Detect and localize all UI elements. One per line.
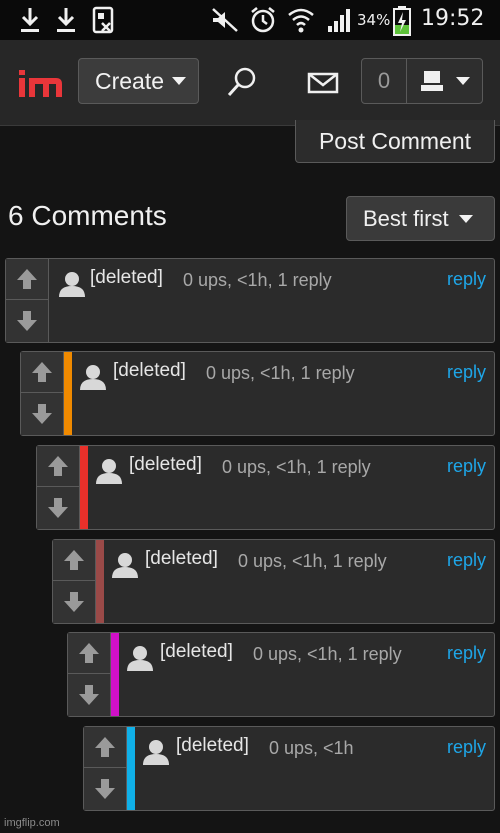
comment-meta: 0 ups, <1h — [269, 738, 354, 758]
comment: [deleted] 0 ups, <1h, 1 reply reply — [5, 258, 495, 343]
user-icon — [127, 646, 153, 671]
reply-link[interactable]: reply — [447, 456, 486, 477]
post-comment-button[interactable]: Post Comment — [295, 120, 495, 163]
chevron-down-icon — [458, 214, 473, 223]
comment-meta: 0 ups, <1h, 1 reply — [206, 363, 355, 383]
sort-dropdown[interactable]: Best first — [346, 196, 495, 241]
downvote-button[interactable] — [53, 581, 95, 622]
mute-icon — [212, 8, 238, 32]
arrow-down-icon — [64, 591, 84, 612]
create-label: Create — [95, 67, 165, 94]
comment: [deleted] 0 ups, <1h reply — [83, 726, 495, 811]
status-bar: 34% 19:52 — [0, 0, 500, 40]
signal-icon — [328, 9, 350, 32]
downvote-button[interactable] — [84, 768, 126, 809]
comment-author[interactable]: [deleted] — [90, 267, 163, 289]
sort-label: Best first — [363, 205, 449, 231]
comment-meta: 0 ups, <1h, 1 reply — [238, 551, 387, 571]
arrow-up-icon — [95, 737, 115, 757]
arrow-up-icon — [64, 550, 84, 570]
upvote-button[interactable] — [84, 727, 126, 768]
mail-icon[interactable] — [307, 72, 339, 94]
arrow-up-icon — [48, 456, 68, 476]
comment-meta: 0 ups, <1h, 1 reply — [222, 457, 371, 477]
screenshot-icon — [92, 6, 114, 34]
comment-author[interactable]: [deleted] — [145, 548, 218, 570]
download-icon — [21, 8, 39, 32]
thread-depth-bar — [96, 540, 104, 623]
upvote-button[interactable] — [21, 352, 63, 393]
user-icon — [80, 365, 106, 390]
user-icon — [112, 553, 138, 578]
alarm-icon — [251, 7, 275, 33]
comments-count-heading: 6 Comments — [8, 200, 167, 231]
downvote-button[interactable] — [6, 300, 48, 341]
user-menu-button[interactable] — [407, 59, 482, 103]
reply-link[interactable]: reply — [447, 643, 486, 664]
comment: [deleted] 0 ups, <1h, 1 reply reply — [36, 445, 495, 530]
create-button[interactable]: Create — [78, 58, 199, 104]
comment-meta: 0 ups, <1h, 1 reply — [253, 644, 402, 664]
arrow-down-icon — [17, 310, 37, 331]
downvote-button[interactable] — [68, 674, 110, 715]
comment: [deleted] 0 ups, <1h, 1 reply reply — [52, 539, 495, 624]
downvote-button[interactable] — [37, 487, 79, 528]
thread-depth-bar — [111, 633, 119, 716]
user-icon — [143, 740, 169, 765]
logo-icon — [19, 70, 62, 97]
vote-controls — [37, 446, 80, 529]
vote-controls — [6, 259, 49, 342]
downvote-button[interactable] — [21, 393, 63, 434]
arrow-down-icon — [79, 684, 99, 705]
user-icon — [96, 459, 122, 484]
arrow-down-icon — [48, 497, 68, 518]
comment-author[interactable]: [deleted] — [160, 641, 233, 663]
vote-controls — [53, 540, 96, 623]
upvote-button[interactable] — [68, 633, 110, 674]
notification-count[interactable]: 0 — [362, 59, 407, 103]
status-time: 19:52 — [421, 6, 485, 31]
arrow-up-icon — [79, 643, 99, 663]
thread-depth-bar — [80, 446, 88, 529]
upvote-button[interactable] — [6, 259, 48, 300]
vote-controls — [84, 727, 127, 810]
chevron-down-icon — [455, 77, 470, 85]
search-icon[interactable] — [225, 65, 259, 99]
vote-controls — [21, 352, 64, 435]
app-header: Create 0 — [0, 40, 500, 126]
thread-depth-bar — [127, 727, 135, 810]
comment-meta: 0 ups, <1h, 1 reply — [183, 270, 332, 290]
wifi-icon — [288, 8, 314, 33]
battery-percent: 34% — [357, 11, 391, 29]
comment-author[interactable]: [deleted] — [176, 735, 249, 757]
user-icon — [59, 272, 85, 297]
comment-author[interactable]: [deleted] — [129, 454, 202, 476]
arrow-down-icon — [32, 403, 52, 424]
arrow-down-icon — [95, 778, 115, 799]
arrow-up-icon — [17, 269, 37, 289]
reply-link[interactable]: reply — [447, 550, 486, 571]
thread-depth-bar — [64, 352, 72, 435]
comment: [deleted] 0 ups, <1h, 1 reply reply — [67, 632, 495, 717]
notifications-user-box: 0 — [361, 58, 483, 104]
vote-controls — [68, 633, 111, 716]
reply-link[interactable]: reply — [447, 362, 486, 383]
arrow-up-icon — [32, 362, 52, 382]
download-icon — [57, 8, 75, 32]
imgflip-logo[interactable] — [16, 62, 66, 102]
upvote-button[interactable] — [37, 446, 79, 487]
comment: [deleted] 0 ups, <1h, 1 reply reply — [20, 351, 495, 436]
watermark: imgflip.com — [4, 817, 60, 829]
reply-link[interactable]: reply — [447, 737, 486, 758]
comment-author[interactable]: [deleted] — [113, 360, 186, 382]
battery-charging-icon — [393, 6, 411, 36]
chevron-down-icon — [172, 77, 187, 85]
upvote-button[interactable] — [53, 540, 95, 581]
user-avatar-icon — [420, 71, 443, 91]
reply-link[interactable]: reply — [447, 269, 486, 290]
